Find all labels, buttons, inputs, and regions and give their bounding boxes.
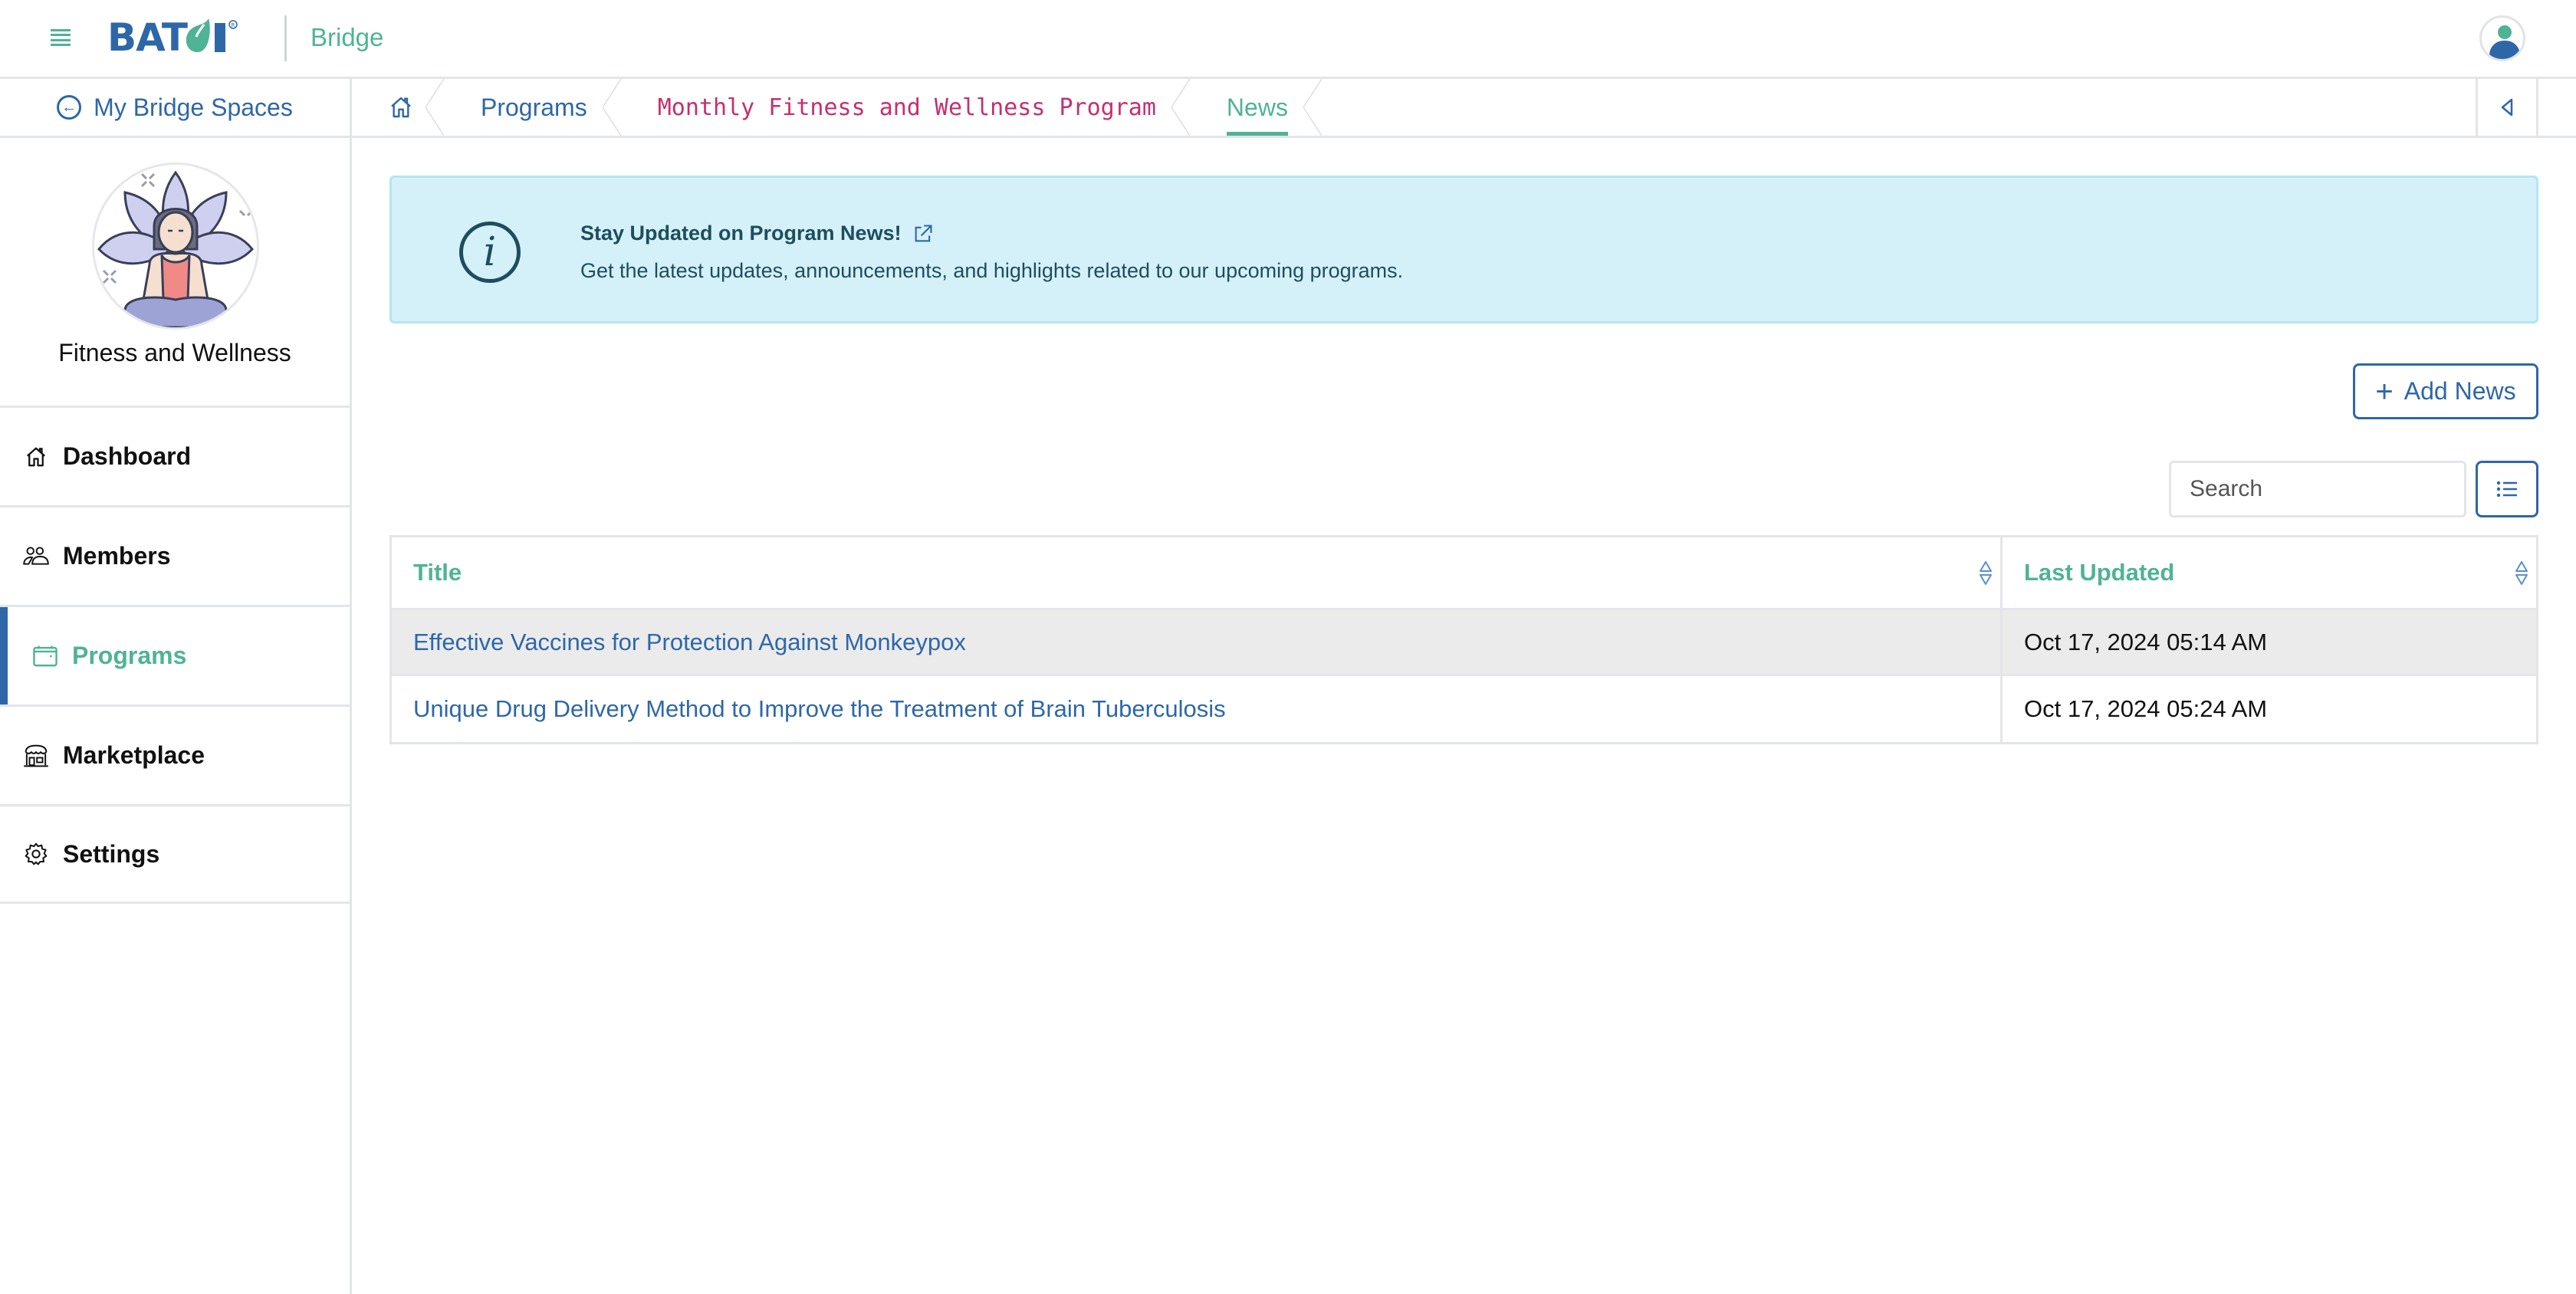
sidebar-item-programs[interactable]: Programs	[0, 605, 350, 704]
active-underline	[1226, 132, 1288, 136]
news-title-link[interactable]: Unique Drug Delivery Method to Improve t…	[413, 695, 1226, 723]
breadcrumb: Programs Monthly Fitness and Wellness Pr…	[352, 79, 1322, 136]
svg-text:BAT: BAT	[107, 17, 188, 55]
table-header: Title Last Updated	[392, 537, 2536, 610]
news-table: Title Last Updated Effective Vaccines fo…	[389, 535, 2538, 744]
search-input[interactable]	[2169, 461, 2466, 517]
main-content: i Stay Updated on Program News! Get the …	[352, 138, 2576, 1294]
add-news-button[interactable]: + Add News	[2353, 363, 2538, 419]
breadcrumb-bar: ← My Bridge Spaces Programs Monthly Fitn…	[0, 79, 2576, 138]
sidebar-item-label: Dashboard	[63, 442, 192, 470]
batoi-logo[interactable]: BAT R	[107, 17, 261, 55]
home-icon	[391, 97, 411, 118]
sidebar-item-label: Marketplace	[63, 741, 205, 769]
sidebar-nav: Dashboard Members Programs Marketplace S…	[0, 406, 350, 904]
sidebar-item-members[interactable]: Members	[0, 505, 350, 605]
list-view-button[interactable]	[2476, 461, 2538, 517]
info-title-text: Stay Updated on Program News!	[580, 222, 902, 245]
home-icon	[23, 444, 49, 470]
column-header-title[interactable]: Title	[392, 537, 2003, 608]
my-bridge-spaces-label: My Bridge Spaces	[94, 93, 293, 121]
triangle-left-icon	[2501, 98, 2513, 117]
column-header-last-updated[interactable]: Last Updated	[2003, 537, 2536, 608]
last-updated-cell: Oct 17, 2024 05:14 AM	[2024, 628, 2268, 655]
sidebar-item-label: Programs	[72, 642, 187, 669]
menu-icon[interactable]	[51, 29, 71, 46]
table-row[interactable]: Effective Vaccines for Protection Agains…	[392, 610, 2536, 676]
sidebar-item-label: Members	[63, 542, 171, 570]
title-cell: Unique Drug Delivery Method to Improve t…	[392, 676, 2003, 742]
arrow-left-circle-icon: ←	[57, 95, 82, 120]
list-icon	[2496, 481, 2517, 498]
info-icon: i	[459, 222, 521, 283]
external-link-icon[interactable]	[912, 223, 934, 245]
collapse-panel-button[interactable]	[2476, 79, 2538, 136]
info-text: Get the latest updates, announcements, a…	[580, 259, 1404, 282]
news-title-link[interactable]: Effective Vaccines for Protection Agains…	[413, 629, 966, 656]
breadcrumb-news[interactable]: News	[1190, 79, 1322, 136]
plus-icon: +	[2375, 374, 2394, 409]
batoi-logo-icon: BAT R	[107, 17, 238, 55]
sort-icon[interactable]	[1979, 560, 1993, 586]
breadcrumb-news-label: News	[1226, 93, 1288, 121]
sort-icon[interactable]	[2515, 560, 2528, 586]
logo-divider	[284, 15, 287, 61]
store-icon	[23, 743, 49, 769]
breadcrumb-home[interactable]	[352, 79, 444, 136]
column-last-updated-label: Last Updated	[2024, 559, 2175, 586]
top-bar: BAT R Bridge	[0, 0, 2576, 79]
user-icon-body	[2489, 41, 2520, 59]
breadcrumb-programs[interactable]: Programs	[444, 79, 621, 136]
sidebar-item-marketplace[interactable]: Marketplace	[0, 704, 350, 804]
user-icon-head	[2498, 25, 2512, 39]
space-name: Fitness and Wellness	[58, 339, 291, 366]
sidebar-item-settings[interactable]: Settings	[0, 804, 350, 904]
gear-icon	[23, 841, 49, 867]
app-name: Bridge	[310, 23, 384, 51]
info-banner: i Stay Updated on Program News! Get the …	[389, 176, 2538, 324]
last-updated-cell: Oct 17, 2024 05:24 AM	[2024, 695, 2268, 722]
info-title: Stay Updated on Program News!	[580, 222, 934, 245]
members-icon	[23, 544, 49, 570]
title-cell: Effective Vaccines for Protection Agains…	[392, 610, 2003, 674]
sidebar-item-label: Settings	[63, 839, 160, 868]
sidebar-item-dashboard[interactable]: Dashboard	[0, 406, 350, 505]
add-news-label: Add News	[2404, 377, 2516, 405]
calendar-icon	[32, 643, 58, 669]
user-avatar-button[interactable]	[2479, 15, 2525, 61]
svg-text:R: R	[232, 22, 235, 28]
space-avatar	[92, 163, 259, 330]
meditation-illustration-icon	[97, 170, 254, 327]
table-row[interactable]: Unique Drug Delivery Method to Improve t…	[392, 676, 2536, 742]
sidebar: Fitness and Wellness Dashboard Members P…	[0, 138, 352, 1294]
my-bridge-spaces-link[interactable]: ← My Bridge Spaces	[0, 79, 352, 136]
breadcrumb-program-name[interactable]: Monthly Fitness and Wellness Program	[621, 79, 1191, 136]
column-title-label: Title	[413, 559, 462, 586]
